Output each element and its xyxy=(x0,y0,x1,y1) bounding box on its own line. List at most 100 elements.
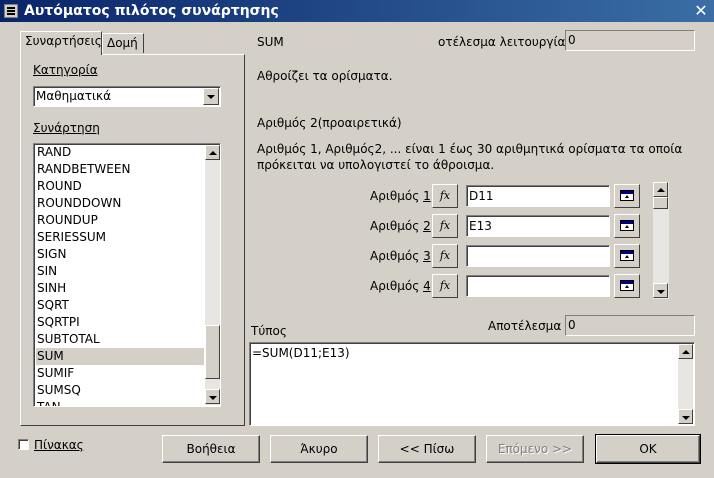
next-button-label: Επόμενο >> xyxy=(497,442,573,456)
arrow-down-icon xyxy=(209,396,217,400)
argument-label-number: 4 xyxy=(423,279,431,293)
tab-structure[interactable]: Δομή xyxy=(102,33,144,53)
shrink-button-3[interactable] xyxy=(614,244,640,268)
back-button[interactable]: << Πίσω xyxy=(378,435,476,463)
category-label: Κατηγορία xyxy=(33,63,98,77)
formula-label: Τύπος xyxy=(251,324,287,338)
function-result-value: 0 xyxy=(568,33,576,47)
list-item[interactable]: SIN xyxy=(36,263,204,280)
arrow-up-icon xyxy=(657,188,665,192)
help-button[interactable]: Βοήθεια xyxy=(162,435,260,463)
argument-input-4[interactable] xyxy=(466,275,610,297)
result-label: Αποτέλεσμα xyxy=(488,319,562,333)
array-checkbox[interactable] xyxy=(18,439,29,450)
list-item[interactable]: ROUND xyxy=(36,178,204,195)
title-bar: Αυτόματος πιλότος συνάρτησης ✕ xyxy=(0,0,714,22)
scroll-down-button[interactable] xyxy=(205,389,220,404)
list-item[interactable]: SIGN xyxy=(36,246,204,263)
back-button-label: << Πίσω xyxy=(399,442,455,456)
function-result-field: 0 xyxy=(565,30,695,51)
list-item[interactable]: RANDBETWEEN xyxy=(36,161,204,178)
scroll-up-button[interactable] xyxy=(205,145,220,160)
app-menu-icon[interactable] xyxy=(4,4,18,18)
argument-label-4: Αριθμός 4 xyxy=(370,278,431,294)
formula-editor[interactable]: =SUM(D11;E13) xyxy=(249,342,695,426)
fx-button-3[interactable]: fx xyxy=(432,244,458,268)
list-item[interactable]: SINH xyxy=(36,280,204,297)
fx-icon: fx xyxy=(439,279,451,292)
function-list-scrollbar[interactable] xyxy=(205,145,220,405)
chevron-down-icon xyxy=(207,95,215,99)
fx-button-1[interactable]: fx xyxy=(432,184,458,208)
window-title: Αυτόματος πιλότος συνάρτησης xyxy=(24,3,279,19)
formula-scrollbar[interactable] xyxy=(678,344,693,424)
argument-title: Αριθμός 2(προαιρετικά) xyxy=(257,116,402,130)
list-item[interactable]: SUBTOTAL xyxy=(36,331,204,348)
argument-input-2-value: E13 xyxy=(469,219,492,233)
function-name: SUM xyxy=(257,35,284,49)
arguments-scrollbar[interactable] xyxy=(653,182,669,299)
shrink-button-2[interactable] xyxy=(614,214,640,238)
formula-scroll-down-button[interactable] xyxy=(678,409,693,424)
list-item[interactable]: SERIESSUM xyxy=(36,229,204,246)
close-button[interactable]: ✕ xyxy=(692,2,710,20)
list-item[interactable]: ROUNDDOWN xyxy=(36,195,204,212)
list-item[interactable]: SUMSQ xyxy=(36,382,204,399)
function-description: Αθροίζει τα ορίσματα. xyxy=(257,69,393,83)
function-result-label: οτέλεσμα λειτουργίας xyxy=(438,35,573,49)
array-checkbox-group[interactable]: Πίνακας xyxy=(18,437,118,453)
scroll-thumb[interactable] xyxy=(205,325,220,379)
argument-input-3[interactable] xyxy=(466,245,610,267)
fx-button-4[interactable]: fx xyxy=(432,274,458,298)
function-label: Συνάρτηση xyxy=(33,121,100,135)
argument-input-1[interactable]: D11 xyxy=(466,185,610,207)
list-item[interactable]: TAN xyxy=(36,399,204,406)
next-button[interactable]: Επόμενο >> xyxy=(486,435,584,463)
argument-label-number: 1 xyxy=(423,189,431,203)
argument-input-2[interactable]: E13 xyxy=(466,215,610,237)
arrow-down-icon xyxy=(657,290,665,294)
argument-description-line1: Αριθμός 1, Αριθμός2, ... είναι 1 έως 30 … xyxy=(257,142,683,156)
result-value: 0 xyxy=(568,318,576,332)
list-item[interactable]: SQRTPI xyxy=(36,314,204,331)
shrink-button-1[interactable] xyxy=(614,184,640,208)
list-item-selected[interactable]: SUM xyxy=(36,348,204,365)
shrink-icon xyxy=(620,220,634,231)
category-select[interactable]: Μαθηματικά xyxy=(33,86,221,107)
arguments-scroll-up-button[interactable] xyxy=(653,182,668,197)
list-item[interactable]: SQRT xyxy=(36,297,204,314)
help-button-label: Βοήθεια xyxy=(186,442,236,456)
shrink-button-4[interactable] xyxy=(614,274,640,298)
argument-label-2: Αριθμός 2 xyxy=(370,218,431,234)
argument-row-3: Αριθμός 3 fx xyxy=(300,244,650,270)
arrow-up-icon xyxy=(209,151,217,155)
tab-functions[interactable]: Συναρτήσεις xyxy=(20,31,102,55)
argument-description-line2: πρόκειται να υπολογιστεί το άθροισμα. xyxy=(257,158,495,172)
fx-button-2[interactable]: fx xyxy=(432,214,458,238)
cancel-button[interactable]: Άκυρο xyxy=(270,435,368,463)
argument-row-4: Αριθμός 4 fx xyxy=(300,274,650,300)
formula-scroll-up-button[interactable] xyxy=(678,344,693,359)
argument-label-text: Αριθμός xyxy=(370,279,424,293)
shrink-icon xyxy=(620,280,634,291)
category-dropdown-button[interactable] xyxy=(203,88,219,105)
list-item[interactable]: ROUNDUP xyxy=(36,212,204,229)
tab-functions-label: Συναρτήσεις xyxy=(25,34,102,48)
list-item[interactable]: RAND xyxy=(36,144,204,161)
arrow-down-icon xyxy=(682,416,690,420)
function-list[interactable]: RAND RANDBETWEEN ROUND ROUNDDOWN ROUNDUP… xyxy=(33,143,221,407)
list-item[interactable]: SUMIF xyxy=(36,365,204,382)
argument-label-number: 3 xyxy=(423,249,431,263)
argument-row-1: Αριθμός 1 fx D11 xyxy=(300,184,650,210)
fx-icon: fx xyxy=(439,189,451,202)
array-checkbox-label: Πίνακας xyxy=(34,438,84,452)
argument-label-3: Αριθμός 3 xyxy=(370,248,431,264)
arguments-scroll-thumb[interactable] xyxy=(653,197,668,209)
argument-label-number: 2 xyxy=(423,219,431,233)
arguments-scroll-down-button[interactable] xyxy=(653,283,668,298)
tab-structure-label: Δομή xyxy=(107,36,138,50)
ok-button[interactable]: OK xyxy=(595,434,701,464)
argument-label-text: Αριθμός xyxy=(370,249,424,263)
argument-input-1-value: D11 xyxy=(469,189,494,203)
arrow-up-icon xyxy=(682,350,690,354)
